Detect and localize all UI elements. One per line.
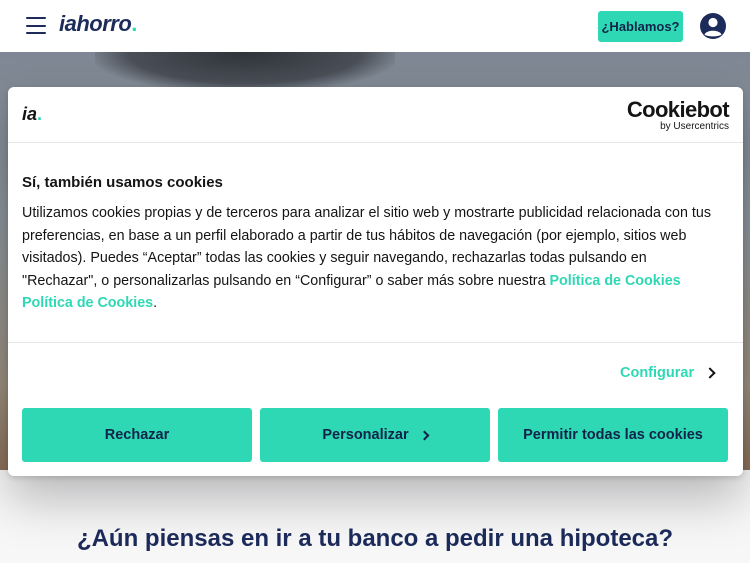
customize-label: Personalizar <box>322 427 409 443</box>
site-logo[interactable]: iahorro. <box>59 11 137 37</box>
brand-logo: ia. <box>22 104 43 124</box>
dialog-header: ia. Cookiebot by Usercentrics <box>8 87 743 143</box>
body-period: . <box>153 295 158 311</box>
cookie-consent-dialog: ia. Cookiebot by Usercentrics Sí, tambié… <box>8 87 743 476</box>
user-circle-icon[interactable] <box>699 12 727 40</box>
cookiebot-subtitle: by Usercentrics <box>660 121 729 132</box>
divider <box>8 342 743 343</box>
section-title: ¿Aún piensas en ir a tu banco a pedir un… <box>76 525 674 552</box>
cookie-policy-link[interactable]: Política de Cookies <box>550 273 681 289</box>
chevron-right-icon <box>704 367 716 379</box>
configure-link[interactable]: Configurar <box>620 365 716 381</box>
reject-label: Rechazar <box>104 427 170 443</box>
allow-all-button[interactable]: Permitir todas las cookies <box>498 408 728 462</box>
cookiebot-name: Cookiebot <box>626 97 730 122</box>
configure-label: Configurar <box>620 365 695 381</box>
cookiebot-logo[interactable]: Cookiebot by Usercentrics <box>626 97 730 133</box>
contact-button[interactable]: ¿Hablamos? <box>598 11 683 42</box>
cookie-policy-link-2[interactable]: Política de Cookies <box>22 295 153 311</box>
dialog-title: Sí, también usamos cookies <box>22 174 223 191</box>
chevron-right-icon <box>419 430 430 440</box>
reject-button[interactable]: Rechazar <box>22 408 252 462</box>
allow-all-label: Permitir todas las cookies <box>523 427 703 443</box>
customize-button[interactable]: Personalizar <box>260 408 490 462</box>
hamburger-menu-icon[interactable] <box>26 17 46 34</box>
dialog-body: Utilizamos cookies propias y de terceros… <box>22 202 722 315</box>
top-navigation-bar: iahorro. ¿Hablamos? <box>0 0 750 52</box>
hero-image-shape <box>95 52 395 92</box>
